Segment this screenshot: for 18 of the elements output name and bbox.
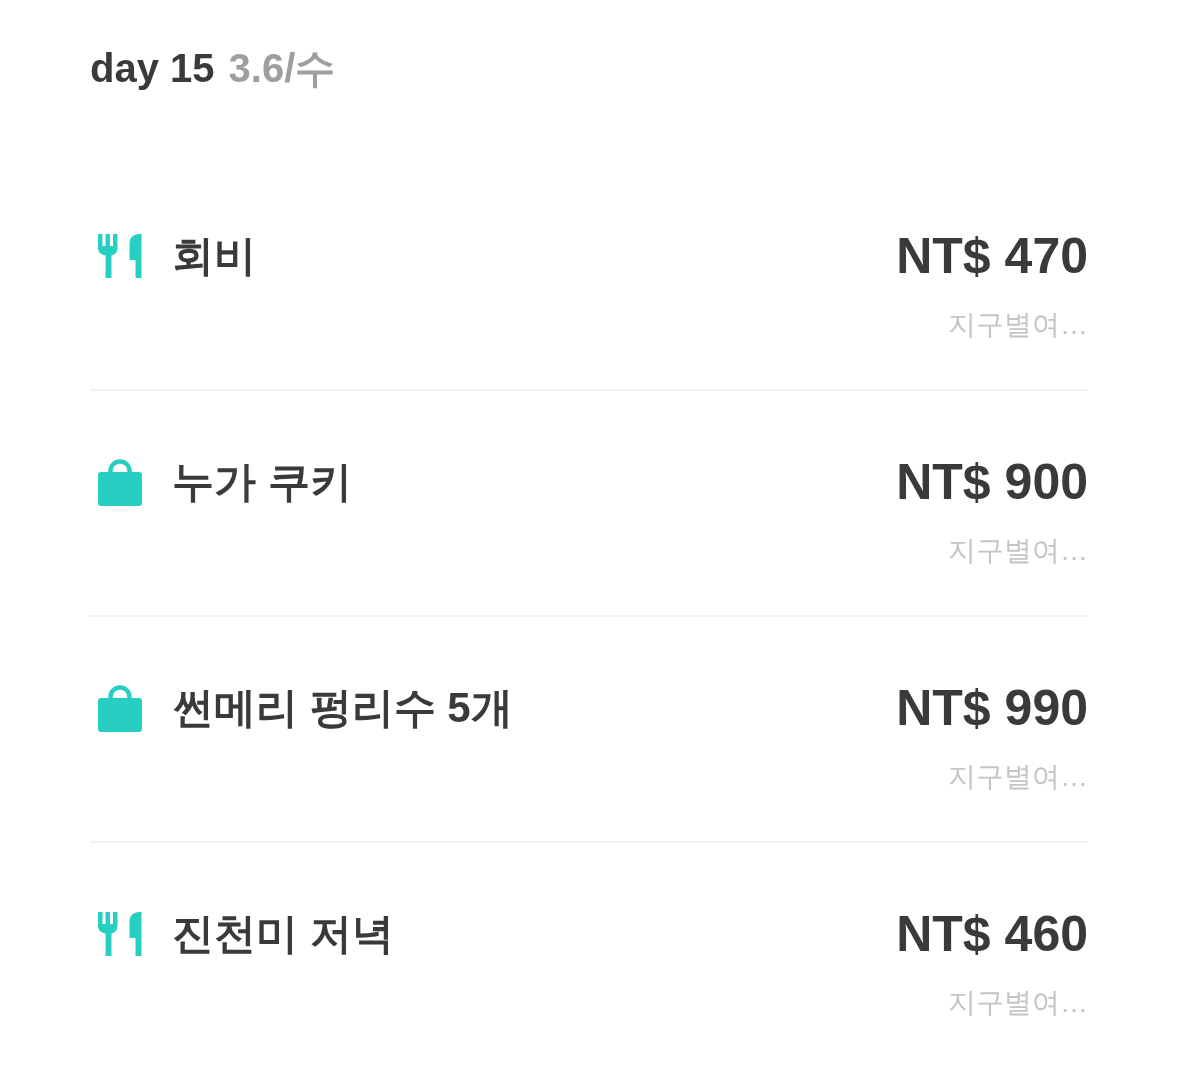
expense-note: 지구별여…: [948, 986, 1088, 1020]
expense-title: 썬메리 펑리수 5개: [172, 683, 514, 733]
expense-title: 누가 쿠키: [172, 457, 353, 507]
day-title: day 15: [90, 45, 215, 92]
shopping-bag-icon: [98, 458, 142, 506]
expense-amount: NT$ 990: [896, 679, 1088, 737]
shopping-bag-icon: [98, 684, 142, 732]
expense-amount: NT$ 470: [896, 227, 1088, 285]
fork-knife-icon: [98, 912, 142, 956]
expense-note: 지구별여…: [948, 760, 1088, 794]
expense-amount: NT$ 460: [896, 905, 1088, 963]
expense-title: 진천미 저녁: [172, 909, 395, 959]
expense-note: 지구별여…: [948, 308, 1088, 342]
expense-amount: NT$ 900: [896, 453, 1088, 511]
expense-note: 지구별여…: [948, 534, 1088, 568]
expense-title: 회비: [172, 231, 257, 281]
date-text: 3.6/수: [228, 45, 336, 92]
fork-knife-icon: [98, 234, 142, 278]
